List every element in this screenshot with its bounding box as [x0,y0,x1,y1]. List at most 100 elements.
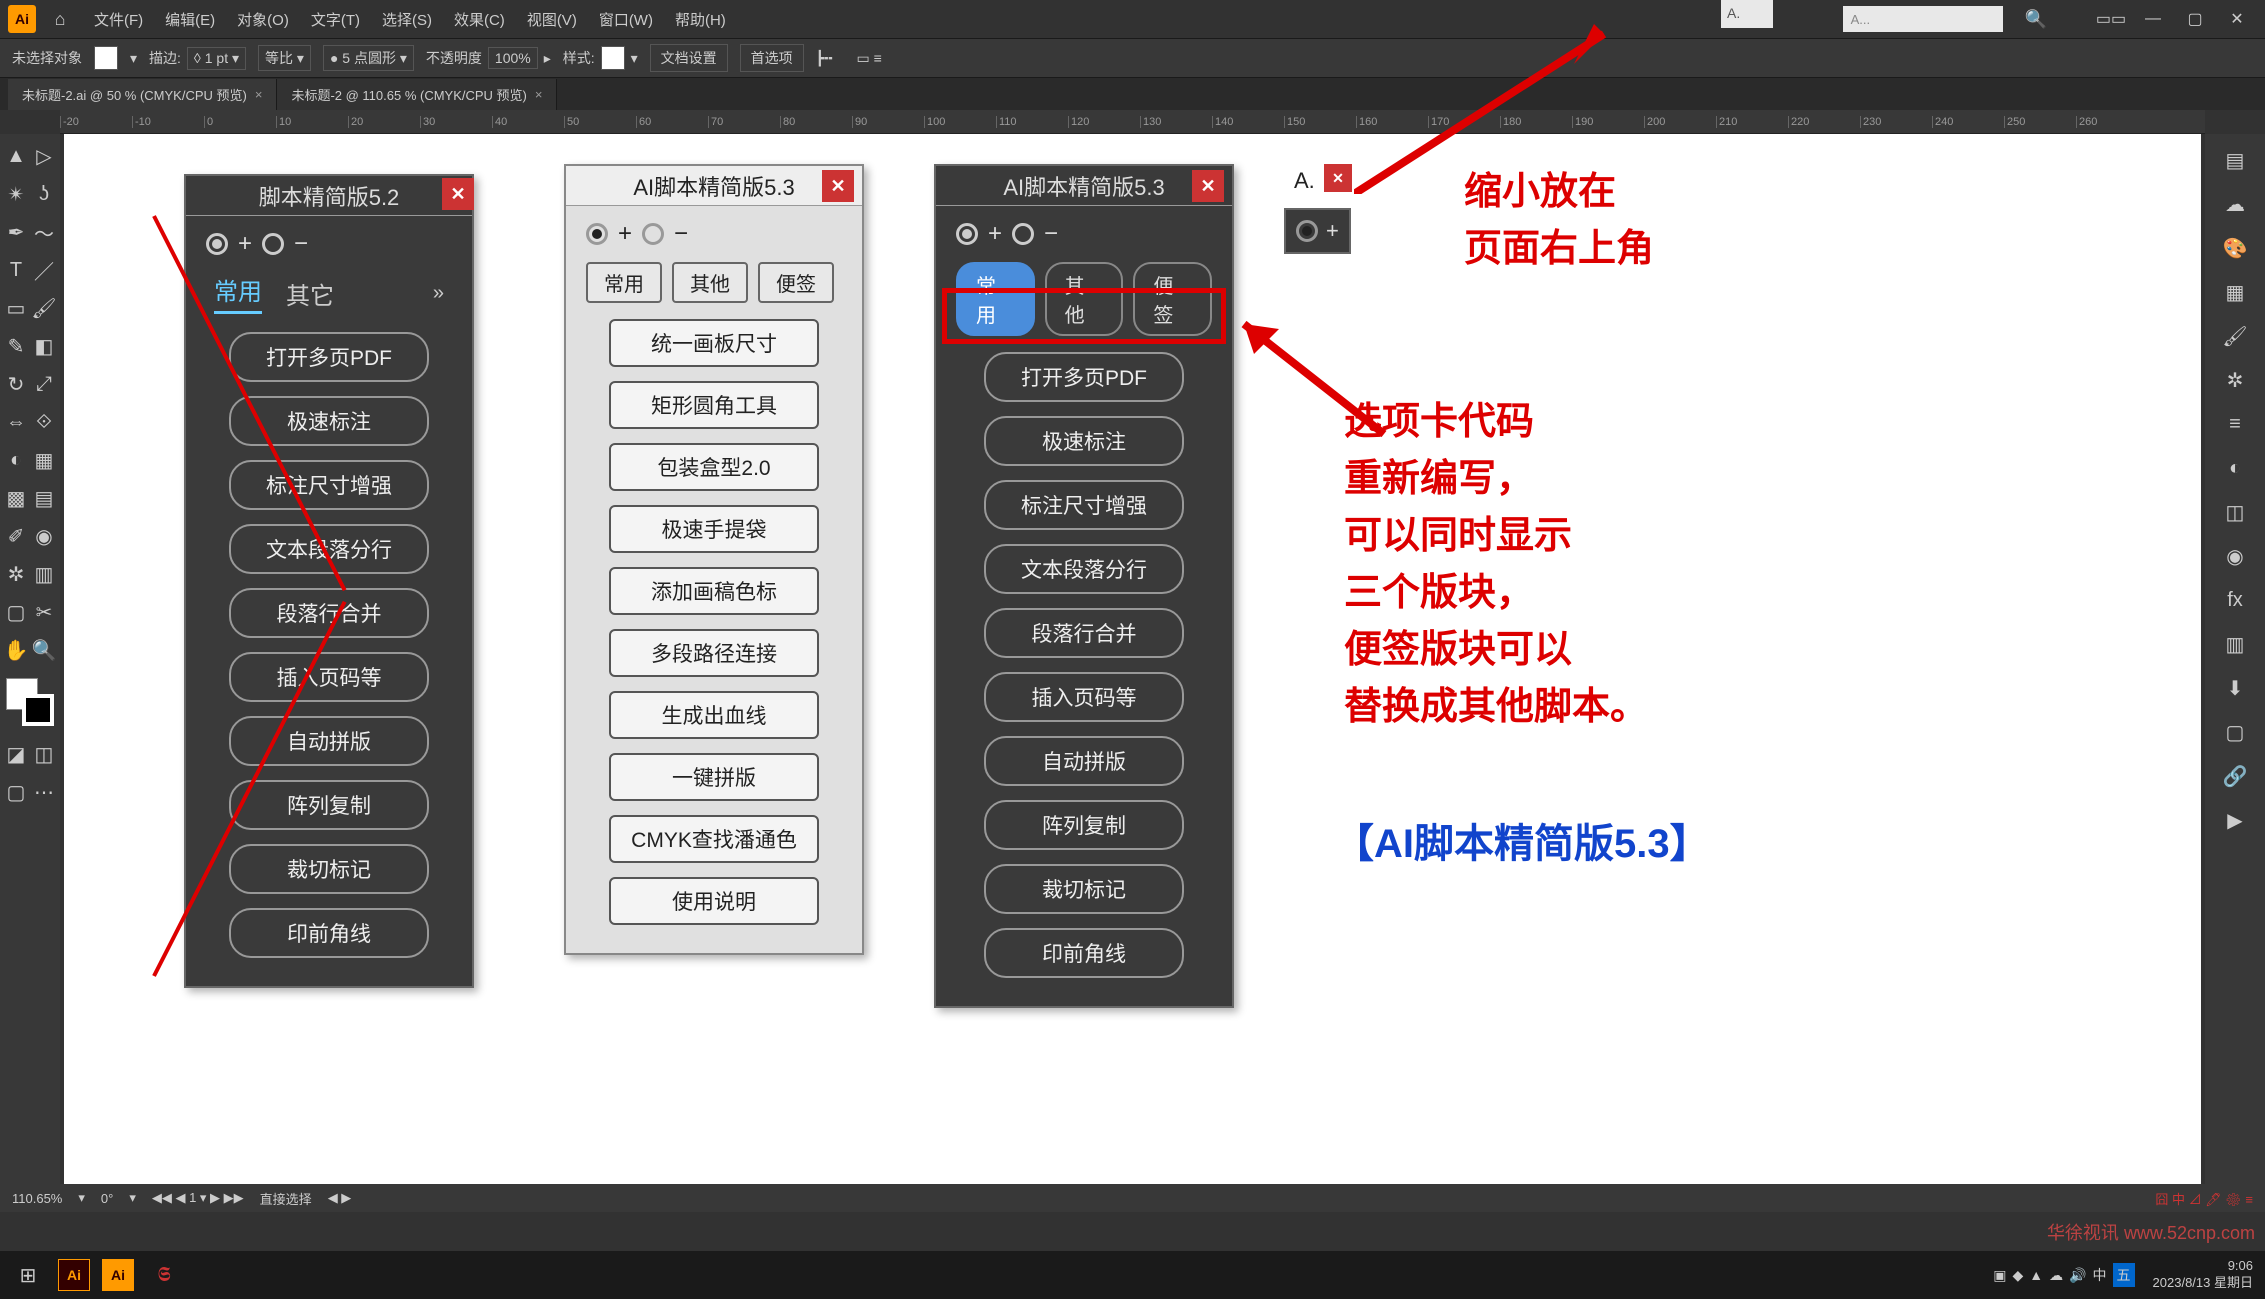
script-button[interactable]: 极速标注 [984,416,1184,466]
prefs-button[interactable]: 首选项 [740,44,804,72]
search-icon[interactable]: 🔍 [2025,9,2047,30]
canvas[interactable]: 脚本精简版5.2✕ +− 常用其它» 打开多页PDF 极速标注 标注尺寸增强 文… [64,134,2201,1184]
script-button[interactable]: 印前角线 [984,928,1184,978]
script-button[interactable]: 自动拼版 [984,736,1184,786]
fill-stroke-swatch[interactable] [6,678,54,726]
script-button[interactable]: 文本段落分行 [229,524,429,574]
script-button[interactable]: 插入页码等 [229,652,429,702]
brush-tool-icon[interactable]: 🖌 [30,296,58,321]
tab-common[interactable]: 常用 [214,272,262,314]
script-button[interactable]: 打开多页PDF [229,332,429,382]
artboard-nav[interactable]: ◀◀ ◀ 1 ▾ ▶ ▶▶ [152,1190,244,1206]
script-button[interactable]: 阵列复制 [984,800,1184,850]
curve-tool-icon[interactable]: ～ [30,218,58,247]
panel-close-button[interactable]: ✕ [442,178,474,210]
hand-tool-icon[interactable]: ✋ [2,638,30,663]
script-button[interactable]: 使用说明 [609,877,819,925]
chevron-right-icon[interactable]: » [433,282,444,305]
taskbar-ai-1[interactable]: Ai [58,1259,90,1291]
pen-tool-icon[interactable]: ✒ [2,220,30,245]
menu-edit[interactable]: 编辑(E) [155,5,225,34]
line-tool-icon[interactable]: ／ [30,256,58,285]
zoom-tool-icon[interactable]: 🔍 [30,638,58,663]
script-button[interactable]: 极速手提袋 [609,505,819,553]
perspective-icon[interactable]: ▦ [30,448,58,473]
script-button[interactable]: 段落行合并 [984,608,1184,658]
color-mode-icon[interactable]: ◪ [2,742,30,767]
libraries-panel-icon[interactable]: ☁ [2217,186,2253,222]
panel-close-button[interactable]: ✕ [1192,170,1224,202]
docked-mini-panel[interactable]: A. [1721,0,1773,28]
system-tray[interactable]: ▣ ◆ ▲ ☁ 🔊 中 五 9:06 2023/8/13 星期日 [1993,1258,2261,1292]
min-icon[interactable]: — [2133,10,2173,28]
script-button[interactable]: 打开多页PDF [984,352,1184,402]
eraser-tool-icon[interactable]: ◧ [30,334,58,359]
script-button[interactable]: 包装盒型2.0 [609,443,819,491]
slice-tool-icon[interactable]: ✂ [30,600,58,625]
brush-combo[interactable]: ● 5 点圆形 ▾ [323,45,414,71]
menu-help[interactable]: 帮助(H) [665,5,736,34]
symbol-tool-icon[interactable]: ✲ [2,562,30,587]
gradient-panel-icon[interactable]: ◐ [2217,450,2253,486]
script-button[interactable]: 标注尺寸增强 [229,460,429,510]
shape-builder-icon[interactable]: ◐ [2,449,30,472]
menu-view[interactable]: 视图(V) [517,5,587,34]
styles-panel-icon[interactable]: fx [2217,582,2253,618]
script-button[interactable]: 印前角线 [229,908,429,958]
script-button[interactable]: 裁切标记 [984,864,1184,914]
tab-other[interactable]: 其它 [286,276,334,311]
scale-tool-icon[interactable]: ⤢ [30,373,58,396]
menu-effect[interactable]: 效果(C) [444,5,515,34]
screen-mode-icon[interactable]: ▢ [2,780,30,805]
doc-tab-1[interactable]: 未标题-2.ai @ 50 % (CMYK/CPU 预览)× [8,79,277,110]
stroke-weight[interactable]: ◊ 1 pt ▾ [187,47,246,70]
radio-icon[interactable] [586,223,608,245]
tray-icon[interactable]: ▣ [1993,1267,2006,1284]
gradient-tool-icon[interactable]: ▤ [30,486,58,511]
tray-icon[interactable]: ☁ [2049,1267,2063,1284]
radio-icon[interactable] [206,233,228,255]
rect-tool-icon[interactable]: ▭ [2,296,30,321]
appearance-panel-icon[interactable]: ◉ [2217,538,2253,574]
rotate-tool-icon[interactable]: ↻ [2,372,30,397]
eyedropper-tool-icon[interactable]: ✐ [2,524,30,549]
type-tool-icon[interactable]: T [2,259,30,282]
artboard-tool-icon[interactable]: ▢ [2,600,30,625]
opacity-value[interactable]: 100% [488,47,538,69]
tray-volume-icon[interactable]: 🔊 [2069,1267,2086,1284]
edit-toolbar-icon[interactable]: ⋯ [30,780,58,805]
panel-toggle-icon[interactable]: ▭ ≡ [857,50,882,67]
home-icon[interactable]: ⌂ [46,5,74,33]
close-icon[interactable]: ✕ [2217,9,2257,29]
draw-mode-icon[interactable]: ◫ [30,742,58,767]
fill-swatch[interactable] [94,46,118,70]
panel-script-minimized[interactable]: + [1284,208,1351,254]
links-panel-icon[interactable]: 🔗 [2217,758,2253,794]
symbols-panel-icon[interactable]: ✲ [2217,362,2253,398]
lasso-tool-icon[interactable]: ʖ [30,183,58,206]
wand-tool-icon[interactable]: ✴ [2,182,30,207]
graph-tool-icon[interactable]: ▥ [30,562,58,587]
selection-tool-icon[interactable]: ▲ [2,145,30,168]
tray-icon[interactable]: ▲ [2029,1267,2043,1283]
radio-icon[interactable] [642,223,664,245]
blend-tool-icon[interactable]: ◉ [30,524,58,549]
color-panel-icon[interactable]: 🎨 [2217,230,2253,266]
tab-notes[interactable]: 便签 [758,262,834,303]
max-icon[interactable]: ▢ [2175,9,2215,29]
free-tool-icon[interactable]: ⟐ [30,411,58,434]
menu-select[interactable]: 选择(S) [372,5,442,34]
uniform-combo[interactable]: 等比 ▾ [258,45,311,71]
script-button[interactable]: 统一画板尺寸 [609,319,819,367]
direct-select-tool-icon[interactable]: ▷ [30,144,58,169]
tab-other[interactable]: 其他 [672,262,748,303]
start-button[interactable]: ⊞ [4,1255,52,1295]
menu-window[interactable]: 窗口(W) [589,5,663,34]
artboards-panel-icon[interactable]: ▢ [2217,714,2253,750]
style-swatch[interactable] [601,46,625,70]
brushes-panel-icon[interactable]: 🖌 [2217,318,2253,354]
actions-panel-icon[interactable]: ▶ [2217,802,2253,838]
script-button[interactable]: 多段路径连接 [609,629,819,677]
radio-icon[interactable] [262,233,284,255]
panel-close-button[interactable]: ✕ [822,170,854,202]
